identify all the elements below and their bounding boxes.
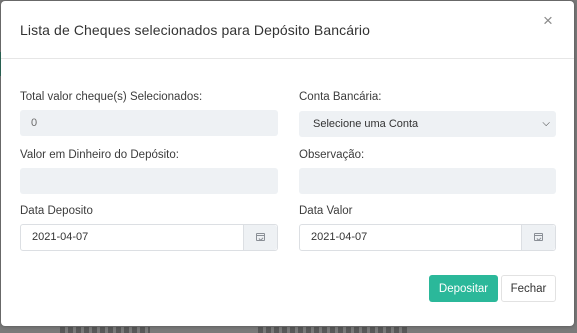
data-deposito-value: 2021-04-07: [32, 231, 89, 243]
data-valor-label: Data Valor: [299, 205, 353, 217]
chevron-down-icon: ⌵: [542, 118, 550, 129]
conta-label: Conta Bancária:: [299, 91, 382, 103]
data-valor-input[interactable]: 2021-04-07: [299, 224, 556, 251]
modal-title: Lista de Cheques selecionados para Depós…: [20, 22, 370, 38]
fechar-button[interactable]: Fechar: [501, 275, 556, 302]
modal-header: Lista de Cheques selecionados para Depós…: [1, 1, 574, 59]
dinheiro-input[interactable]: [20, 168, 278, 194]
conta-selected-value: Selecione uma Conta: [313, 118, 419, 130]
data-valor-calendar-button[interactable]: [521, 225, 555, 250]
data-deposito-calendar-button[interactable]: [243, 225, 277, 250]
depositar-button[interactable]: Depositar: [429, 275, 498, 302]
background-text: [258, 327, 408, 333]
background-text: [60, 327, 150, 333]
close-icon: ×: [543, 11, 553, 30]
dinheiro-label: Valor em Dinheiro do Depósito:: [20, 149, 179, 161]
observacao-label: Observação:: [299, 149, 365, 161]
calendar-icon: [534, 233, 543, 241]
data-valor-value: 2021-04-07: [311, 231, 368, 243]
close-button[interactable]: ×: [538, 11, 558, 31]
data-deposito-input[interactable]: 2021-04-07: [20, 224, 278, 251]
observacao-input[interactable]: [299, 168, 556, 194]
total-label: Total valor cheque(s) Selecionados:: [20, 91, 203, 103]
calendar-icon: [256, 233, 265, 241]
data-deposito-label: Data Deposito: [20, 205, 93, 217]
deposit-modal: Lista de Cheques selecionados para Depós…: [1, 1, 574, 326]
conta-select[interactable]: Selecione uma Conta ⌵: [299, 111, 556, 137]
total-value-field[interactable]: 0: [20, 110, 278, 136]
